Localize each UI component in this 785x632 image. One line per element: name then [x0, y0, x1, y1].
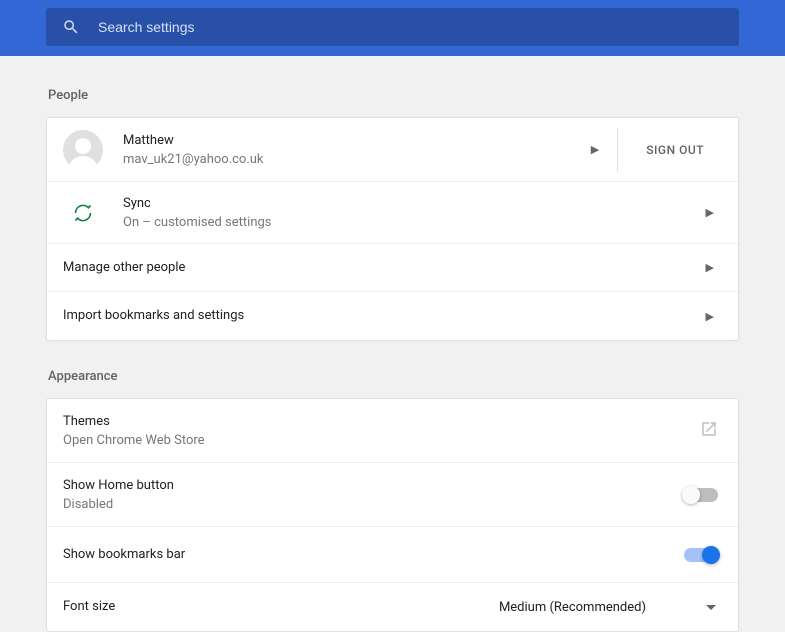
chevron-right-icon: ▶ [698, 310, 722, 323]
import-label: Import bookmarks and settings [63, 306, 244, 326]
font-size-title: Font size [63, 597, 115, 617]
font-size-value: Medium (Recommended) [499, 600, 646, 615]
open-external-icon [700, 420, 718, 442]
themes-sub: Open Chrome Web Store [63, 432, 205, 450]
bookmarks-bar-toggle[interactable] [684, 548, 718, 562]
avatar [63, 130, 103, 170]
manage-people-label: Manage other people [63, 258, 185, 278]
divider [617, 128, 618, 172]
appearance-card: Themes Open Chrome Web Store Show Home b… [46, 398, 739, 632]
themes-row[interactable]: Themes Open Chrome Web Store [47, 399, 738, 463]
home-button-toggle[interactable] [684, 488, 718, 502]
search-bar[interactable] [46, 8, 739, 46]
dropdown-icon [706, 605, 716, 610]
themes-title: Themes [63, 412, 205, 432]
header-bar [0, 0, 785, 56]
sync-status: On – customised settings [123, 214, 272, 232]
chevron-right-icon: ▶ [698, 261, 722, 274]
chevron-right-icon: ▶ [583, 143, 607, 156]
search-icon [62, 18, 80, 36]
sign-out-button[interactable]: SIGN OUT [628, 143, 722, 157]
account-row[interactable]: Matthew mav_uk21@yahoo.co.uk ▶ SIGN OUT [47, 118, 738, 182]
sync-title: Sync [123, 194, 272, 214]
import-row[interactable]: Import bookmarks and settings ▶ [47, 292, 738, 340]
sync-row[interactable]: Sync On – customised settings ▶ [47, 182, 738, 244]
content: People Matthew mav_uk21@yahoo.co.uk ▶ SI… [0, 56, 785, 632]
bookmarks-bar-title: Show bookmarks bar [63, 545, 185, 565]
people-card: Matthew mav_uk21@yahoo.co.uk ▶ SIGN OUT … [46, 117, 739, 341]
account-name: Matthew [123, 131, 264, 151]
home-button-title: Show Home button [63, 476, 174, 496]
search-input[interactable] [98, 19, 723, 35]
manage-people-row[interactable]: Manage other people ▶ [47, 244, 738, 292]
account-email: mav_uk21@yahoo.co.uk [123, 151, 264, 169]
chevron-right-icon: ▶ [698, 206, 722, 219]
font-size-select[interactable]: Medium (Recommended) [493, 596, 722, 619]
font-size-row: Font size Medium (Recommended) [47, 583, 738, 631]
bookmarks-bar-row: Show bookmarks bar [47, 527, 738, 583]
home-button-sub: Disabled [63, 496, 174, 514]
sync-icon [63, 193, 103, 233]
home-button-row: Show Home button Disabled [47, 463, 738, 527]
appearance-section-title: Appearance [48, 369, 739, 384]
people-section-title: People [48, 88, 739, 103]
